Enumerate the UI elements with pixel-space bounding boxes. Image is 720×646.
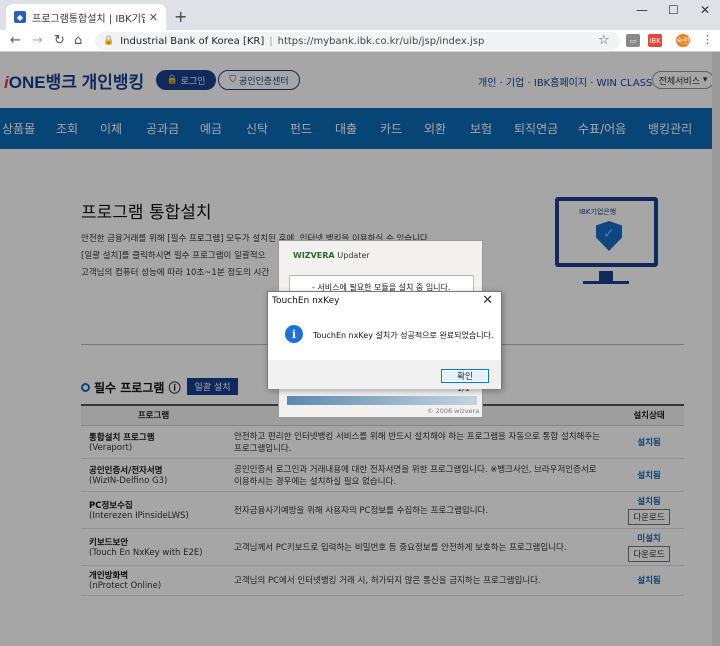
menu-icon[interactable]: ⋮ — [702, 33, 713, 46]
ibk-extension-icon[interactable]: IBK — [648, 34, 662, 47]
wizvera-logo: WIZVERA Updater — [293, 251, 370, 260]
close-window-icon[interactable]: ✕ — [700, 3, 710, 17]
address-bar-row: ← → ↻ ⌂ 🔒 Industrial Bank of Korea [KR] … — [0, 30, 720, 52]
lock-icon: 🔒 — [103, 36, 115, 46]
home-icon[interactable]: ⌂ — [74, 33, 82, 48]
scrollbar[interactable] — [712, 52, 720, 646]
reload-icon[interactable]: ↻ — [54, 33, 65, 48]
dialog-footer: 확인 — [268, 360, 501, 389]
new-tab-button[interactable]: + — [174, 7, 187, 26]
dialog-message: TouchEn nxKey 설치가 성공적으로 완료되었습니다. — [313, 331, 494, 340]
url-separator: | — [269, 35, 273, 47]
url-input[interactable]: 🔒 Industrial Bank of Korea [KR] | https:… — [95, 32, 620, 50]
site-identity[interactable]: Industrial Bank of Korea [KR] — [120, 36, 264, 47]
wizvera-app: Updater — [337, 251, 370, 260]
tab-title: 프로그램통합설치 | IBK기업은행 — [32, 13, 145, 25]
back-icon[interactable]: ← — [10, 33, 21, 48]
url-text: https://mybank.ibk.co.kr/uib/jsp/index.j… — [277, 35, 485, 47]
wizvera-progress — [287, 396, 477, 405]
dialog-close-icon[interactable]: ✕ — [482, 293, 493, 308]
wizvera-copyright: © 2006 wizvera — [427, 407, 480, 415]
cast-icon[interactable]: ▭ — [626, 34, 640, 47]
minimize-icon[interactable]: — — [636, 3, 648, 17]
ok-button[interactable]: 확인 — [441, 369, 489, 383]
close-tab-icon[interactable]: ✕ — [149, 11, 158, 24]
dialog-title: TouchEn nxKey — [272, 296, 340, 306]
info-icon: i — [285, 325, 303, 343]
maximize-icon[interactable]: ☐ — [668, 3, 679, 17]
forward-icon[interactable]: → — [32, 33, 43, 48]
bookmark-star-icon[interactable]: ☆ — [598, 33, 610, 48]
profile-avatar[interactable]: 숙련 — [676, 34, 690, 47]
wizvera-brand: WIZVERA — [293, 251, 335, 260]
tab-bar: ◆ 프로그램통합설치 | IBK기업은행 ✕ + — ☐ ✕ — [0, 0, 720, 30]
touchen-dialog: TouchEn nxKey ✕ i TouchEn nxKey 설치가 성공적으… — [267, 291, 502, 389]
favicon-icon: ◆ — [14, 11, 26, 23]
browser-tab[interactable]: ◆ 프로그램통합설치 | IBK기업은행 ✕ — [6, 4, 166, 30]
